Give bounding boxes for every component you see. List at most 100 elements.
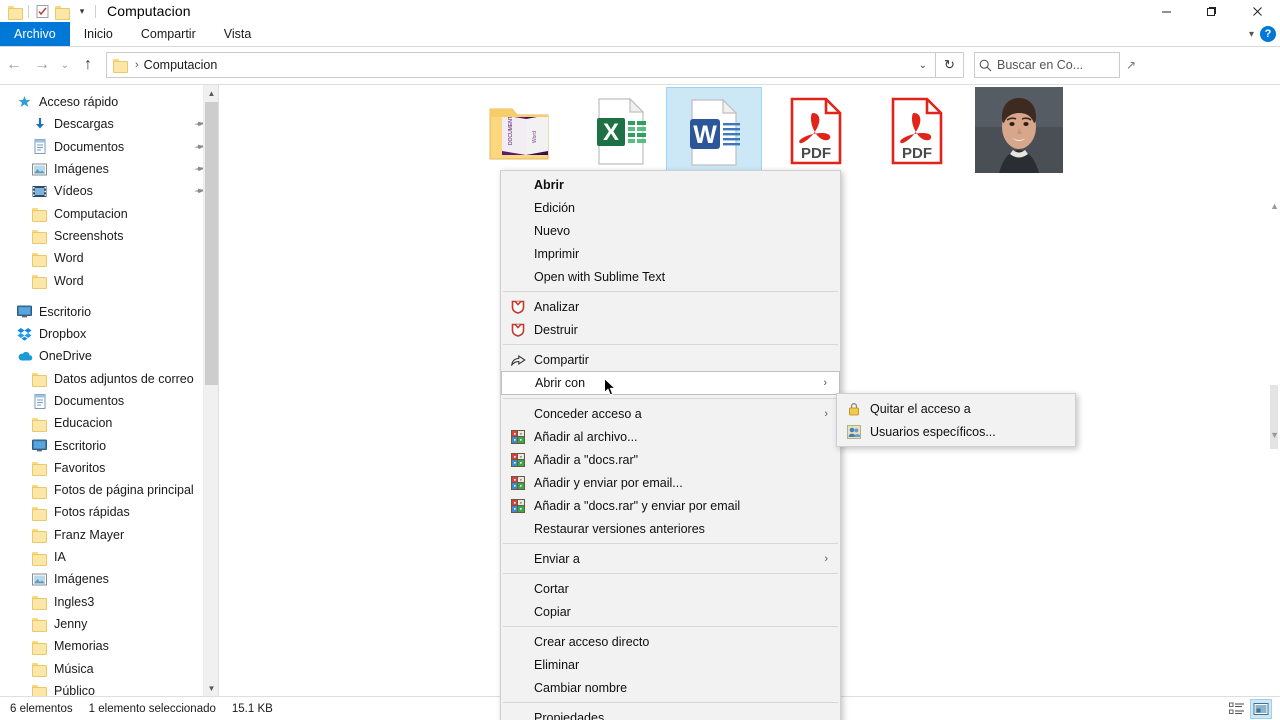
properties-icon[interactable] [32,1,52,21]
submenu-item-quitar-acceso[interactable]: Quitar el acceso a [837,397,1075,420]
context-menu-item-abrir[interactable]: Abrir [501,173,840,196]
divider [95,4,96,18]
context-menu-item-cortar[interactable]: Cortar [501,577,840,600]
svg-text:Word: Word [532,131,538,143]
context-menu-item-enviar-a[interactable]: Enviar a › [501,547,840,570]
recent-locations-icon[interactable]: ⌄ [56,50,74,80]
breadcrumb-path[interactable]: Computacion [144,58,218,72]
sidebar-item-label: Documentos [54,139,125,154]
sidebar-item-screenshots[interactable]: Screenshots [0,225,218,247]
context-menu-item-imprimir[interactable]: Imprimir [501,242,840,265]
scroll-up-icon[interactable]: ▲ [204,85,218,102]
context-menu-item-propiedades[interactable]: Propiedades [501,706,840,720]
file-tile-pdf-2[interactable]: PDF [870,87,966,199]
sidebar-item-documentos[interactable]: Documentos [0,390,218,412]
scroll-up-icon[interactable]: ▲ [1270,201,1279,211]
sidebar-item-dropbox[interactable]: Dropbox [0,323,218,345]
context-menu[interactable]: Abrir Edición Nuevo Imprimir Open with Subli… [500,170,841,720]
sidebar-item-jenny[interactable]: Jenny [0,613,218,635]
context-menu-item-a-adir-a-docs-rar[interactable]: Añadir a "docs.rar" [501,448,840,471]
context-menu-item-destruir[interactable]: Destruir [501,318,840,341]
sidebar-item-escritorio[interactable]: Escritorio [0,301,218,323]
chevron-down-icon[interactable]: ▾ [1249,29,1254,40]
sidebar-item-datos-adjuntos-de-correo[interactable]: Datos adjuntos de correo [0,368,218,390]
sidebar-item-im-genes[interactable]: Imágenes [0,158,218,180]
sidebar-item-p-blico[interactable]: Público [0,680,218,697]
context-menu-item-a-adir-a-docs-rar-y-enviar-por-email[interactable]: Añadir a "docs.rar" y enviar por email [501,494,840,517]
sidebar-item-fotos-r-pidas[interactable]: Fotos rápidas [0,501,218,523]
address-dropdown-icon[interactable]: ⌄ [919,60,931,71]
sidebar-item-documentos[interactable]: Documentos [0,136,218,158]
sidebar-item-memorias[interactable]: Memorias [0,635,218,657]
sidebar-item-acceso-r-pido[interactable]: Acceso rápido [0,91,218,113]
forward-button[interactable]: → [28,50,56,80]
maximize-button[interactable] [1189,0,1234,22]
context-menu-item-label: Destruir [534,322,578,337]
winrar-icon [510,475,526,491]
search-input[interactable]: Buscar en Co... [974,52,1120,78]
sidebar-item-ingles3[interactable]: Ingles3 [0,591,218,613]
sidebar-item-im-genes[interactable]: Imágenes [0,568,218,590]
context-menu-item-cambiar-nombre[interactable]: Cambiar nombre [501,676,840,699]
sidebar-item-franz-mayer[interactable]: Franz Mayer [0,524,218,546]
sidebar-item-onedrive[interactable]: OneDrive [0,345,218,367]
file-pane-scrollbar[interactable]: ▲ ▼ [1268,85,1280,697]
sidebar-item-label: Memorias [54,639,109,654]
scrollbar-thumb[interactable] [205,102,218,385]
context-menu-item-restaurar-versiones-anteriores[interactable]: Restaurar versiones anteriores [501,517,840,540]
sidebar-item-label: Screenshots [54,228,124,243]
sidebar-item-word[interactable]: Word [0,247,218,269]
tab-inicio[interactable]: Inicio [70,22,127,46]
sidebar-scrollbar[interactable]: ▲ ▼ [203,85,218,697]
sidebar-item-label: Descargas [54,117,114,132]
context-menu-item-crear-acceso-directo[interactable]: Crear acceso directo [501,630,840,653]
new-folder-icon[interactable] [52,1,72,21]
context-menu-item-abrir-con[interactable]: Abrir con › [501,371,840,395]
refresh-button[interactable]: ↻ [936,52,964,78]
scroll-down-icon[interactable]: ▼ [204,680,218,697]
minimize-button[interactable] [1144,0,1189,22]
tab-archivo[interactable]: Archivo [0,22,70,46]
back-button[interactable]: ← [0,50,28,80]
sidebar-item-m-sica[interactable]: Música [0,657,218,679]
file-tile-photo[interactable] [971,87,1067,199]
submenu-item-usuarios-especificos[interactable]: Usuarios específicos... [837,420,1075,443]
context-menu-item-copiar[interactable]: Copiar [501,600,840,623]
sidebar-item-v-deos[interactable]: Vídeos [0,180,218,202]
help-icon[interactable]: ? [1260,26,1276,42]
context-submenu-conceder-acceso[interactable]: Quitar el acceso a Usuarios específicos.… [836,393,1076,447]
close-button[interactable] [1234,0,1280,22]
sidebar-item-word[interactable]: Word [0,269,218,291]
context-menu-item-a-adir-y-enviar-por-email[interactable]: Añadir y enviar por email... [501,471,840,494]
winrar-icon [510,498,526,514]
sidebar-item-favoritos[interactable]: Favoritos [0,457,218,479]
large-icons-view-button[interactable] [1250,699,1272,719]
up-button[interactable]: ↑ [74,50,102,80]
context-menu-item-eliminar[interactable]: Eliminar [501,653,840,676]
context-menu-item-nuevo[interactable]: Nuevo [501,219,840,242]
sidebar-item-fotos-de-p-gina-principal[interactable]: Fotos de página principal [0,479,218,501]
scroll-down-icon[interactable]: ▼ [1270,430,1279,440]
context-menu-item-edici-n[interactable]: Edición [501,196,840,219]
context-menu-item-label: Nuevo [534,223,571,238]
context-menu-item-compartir[interactable]: Compartir [501,348,840,371]
context-menu-item-open-with-sublime-text[interactable]: Open with Sublime Text [501,265,840,288]
context-menu-item-label: Analizar [534,299,580,314]
address-input[interactable]: › Computacion ⌄ [106,52,936,78]
tab-vista[interactable]: Vista [210,22,266,46]
sidebar-item-computacion[interactable]: Computacion [0,202,218,224]
context-menu-item-conceder-acceso-a[interactable]: Conceder acceso a › [501,402,840,425]
sidebar-item-descargas[interactable]: Descargas [0,113,218,135]
tab-compartir[interactable]: Compartir [127,22,210,46]
folder-icon [31,206,48,223]
svg-text:PDF: PDF [902,145,932,162]
qat-dropdown-icon[interactable]: ▾ [72,1,92,21]
context-menu-item-analizar[interactable]: Analizar [501,295,840,318]
details-view-button[interactable] [1226,699,1248,719]
sidebar-item-escritorio[interactable]: Escritorio [0,434,218,456]
sidebar-item-ia[interactable]: IA [0,546,218,568]
context-menu-item-label: Edición [534,200,575,215]
context-menu-item-a-adir-al-archivo[interactable]: Añadir al archivo... [501,425,840,448]
folder-icon[interactable] [5,1,25,21]
sidebar-item-educacion[interactable]: Educacion [0,412,218,434]
